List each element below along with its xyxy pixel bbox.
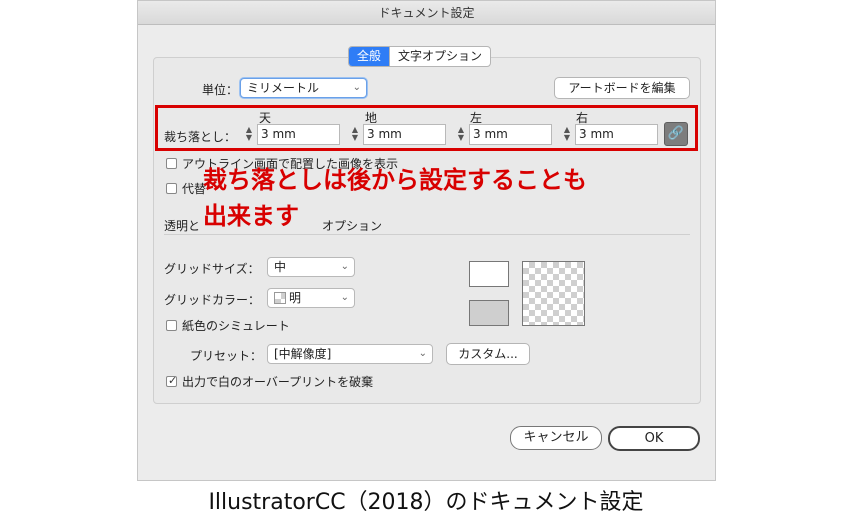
- chevron-down-icon: ⌄: [352, 82, 361, 93]
- preset-label: プリセット：: [190, 349, 263, 363]
- grid-size-label: グリッドサイズ：: [164, 262, 260, 276]
- annotation-line-2: 出来ます: [203, 202, 299, 230]
- transparency-white-swatch[interactable]: [469, 261, 509, 287]
- grid-size-select[interactable]: 中 ⌄: [267, 257, 355, 277]
- alt-checkbox[interactable]: [166, 183, 177, 194]
- transparency-section-title-prefix: 透明と: [164, 219, 201, 233]
- tab-general[interactable]: 全般: [349, 47, 391, 66]
- tab-bar: 全般 文字オプション: [348, 46, 492, 67]
- discard-overprint-label: 出力で白のオーバープリントを破棄: [182, 375, 374, 389]
- annotation-text: 裁ち落としは後から設定することも 出来ます: [203, 162, 673, 234]
- grid-color-swatch-icon: [274, 292, 286, 304]
- discard-overprint-checkbox[interactable]: [166, 374, 177, 387]
- chevron-down-icon: ⌄: [340, 261, 349, 272]
- preset-select[interactable]: [中解像度] ⌄: [267, 344, 433, 364]
- dialog-title: ドキュメント設定: [138, 1, 715, 25]
- unit-label: 単位：: [202, 83, 239, 97]
- transparency-grid-preview: [522, 261, 585, 326]
- bleed-highlight-box: [155, 105, 698, 151]
- custom-button[interactable]: カスタム...: [446, 343, 530, 365]
- chevron-down-icon: ⌄: [418, 348, 427, 359]
- simulate-paper-label: 紙色のシミュレート: [182, 319, 290, 333]
- preset-value: [中解像度]: [274, 347, 332, 361]
- document-setup-dialog: ドキュメント設定 全般 文字オプション 単位： ミリメートル ⌄ アートボードを…: [137, 0, 716, 481]
- simulate-paper-checkbox[interactable]: [166, 320, 177, 331]
- transparency-gray-swatch[interactable]: [469, 300, 509, 326]
- image-caption: IllustratorCC（2018）のドキュメント設定: [208, 490, 644, 515]
- tab-type-options[interactable]: 文字オプション: [390, 47, 490, 66]
- grid-color-value: 明: [289, 291, 302, 305]
- grid-color-label: グリッドカラー：: [164, 293, 261, 307]
- outline-images-checkbox[interactable]: [166, 158, 177, 169]
- ok-button[interactable]: OK: [608, 426, 700, 451]
- cancel-button[interactable]: キャンセル: [510, 426, 602, 450]
- edit-artboard-button[interactable]: アートボードを編集: [554, 77, 690, 99]
- grid-color-select[interactable]: 明 ⌄: [267, 288, 355, 308]
- annotation-line-1: 裁ち落としは後から設定することも: [203, 166, 587, 194]
- grid-size-value: 中: [274, 260, 287, 274]
- chevron-down-icon: ⌄: [340, 292, 349, 303]
- unit-select-value: ミリメートル: [247, 81, 320, 95]
- unit-select[interactable]: ミリメートル ⌄: [240, 78, 367, 98]
